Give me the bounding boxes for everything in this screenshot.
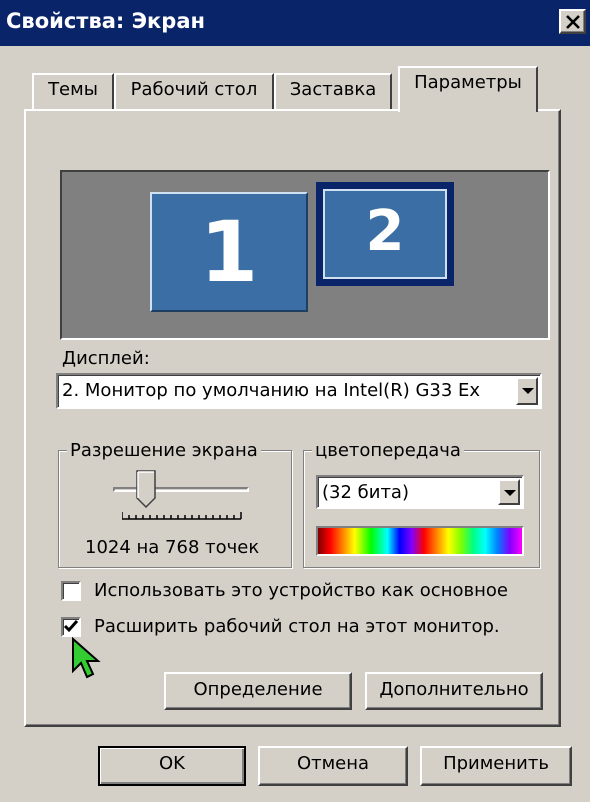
settings-panel [24,109,561,727]
tab-themes[interactable]: Темы [32,73,114,109]
cancel-button[interactable]: Отмена [258,746,408,786]
tab-label: Рабочий стол [130,79,258,100]
close-button[interactable] [559,9,586,34]
close-icon [566,15,580,29]
tab-desktop[interactable]: Рабочий стол [114,73,274,109]
tab-settings[interactable]: Параметры [398,66,538,112]
apply-button[interactable]: Применить [420,746,572,786]
ok-button[interactable]: OK [98,746,246,786]
tab-label: Заставка [289,79,377,100]
tab-screensaver[interactable]: Заставка [274,73,392,109]
display-properties-dialog: Свойства: Экран Темы Рабочий стол Застав… [0,0,590,802]
tab-label: Темы [48,79,98,100]
window-title: Свойства: Экран [6,9,206,33]
tab-label: Параметры [414,72,522,93]
title-bar: Свойства: Экран [0,0,590,46]
